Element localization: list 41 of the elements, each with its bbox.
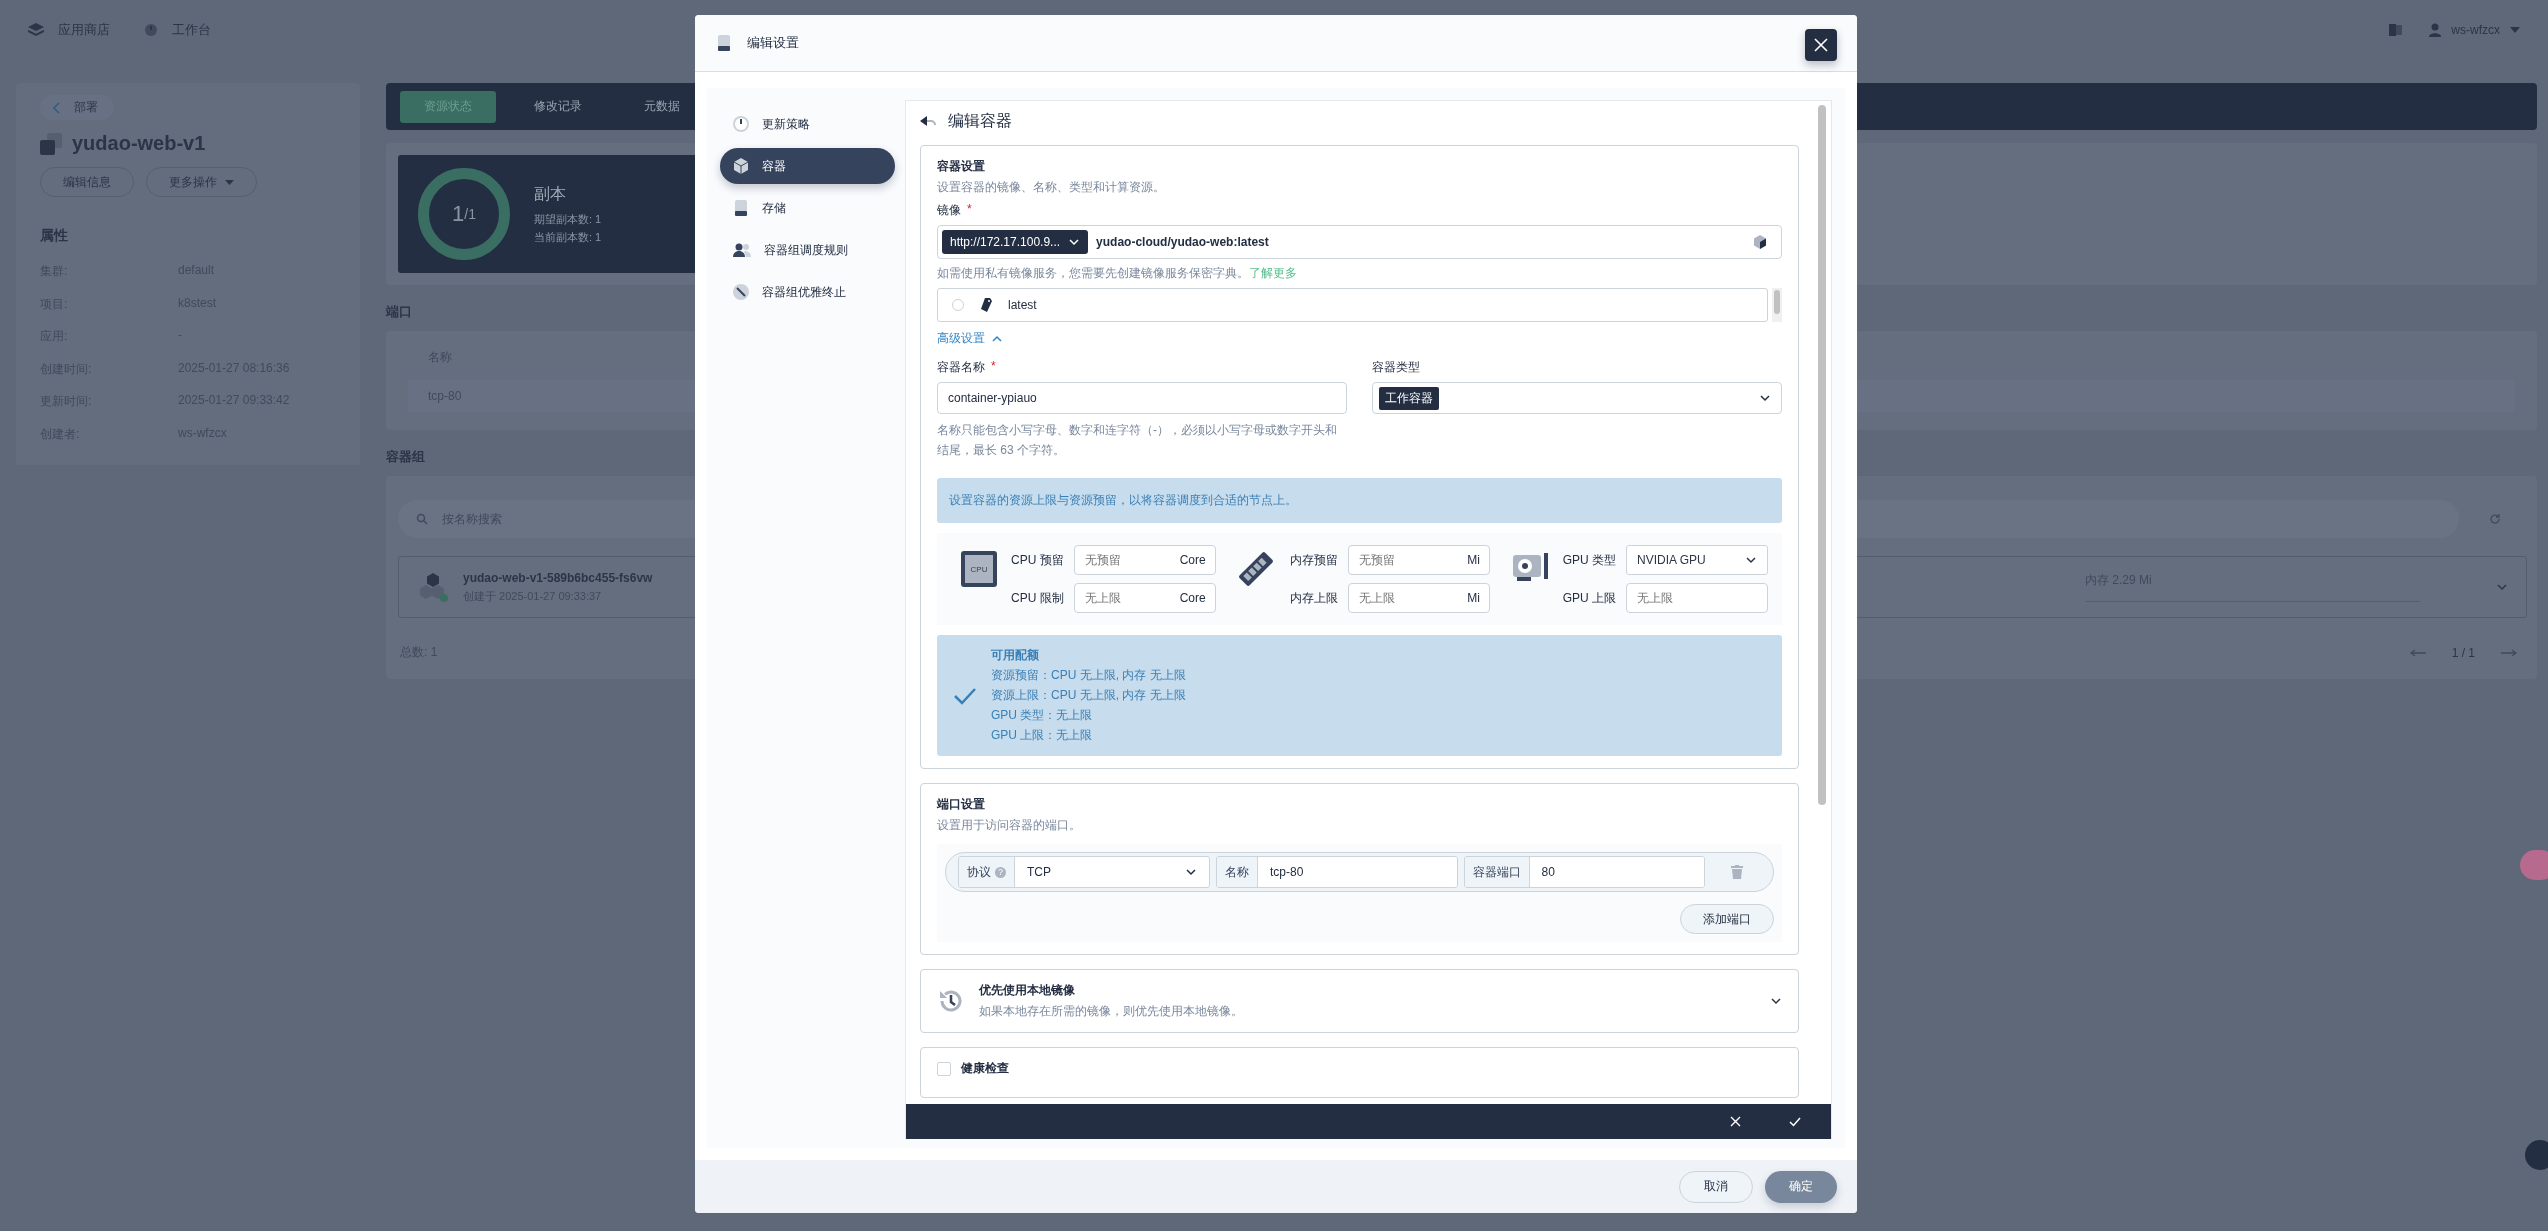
deployment-title: yudao-web-v1 [72,132,206,155]
unit-label: Mi [1467,591,1480,605]
field-label: CPU 预留 [1011,551,1064,569]
section-title: 端口设置 [937,796,986,813]
panel-title: 编辑容器 [948,110,1012,131]
section-description: 如果本地存在所需的镜像，则优先使用本地镜像。 [979,1003,1244,1020]
quota-line: GPU 上限：无上限 [991,727,1094,744]
quota-line: 资源预留：CPU 无上限, 内存 无上限 [991,667,1186,684]
page-indicator: 1 / 1 [2451,645,2475,660]
field-label: 容器名称 [937,359,985,376]
unit-label: Core [1179,553,1206,567]
replica-ring: 1/1 [418,168,510,260]
field-label: 内存上限 [1289,589,1338,607]
dialog-title: 编辑设置 [747,34,799,52]
cpu-label: CPU [965,555,993,583]
replica-desired: 期望副本数: 1 [534,211,602,227]
field-label: GPU 上限 [1562,589,1616,607]
quota-line: 资源上限：CPU 无上限, 内存 无上限 [991,687,1186,704]
replica-title: 副本 [534,183,567,204]
section-title: 优先使用本地镜像 [979,982,1076,999]
quota-line: GPU 类型：无上限 [991,707,1094,724]
unit-label: Core [1179,591,1206,605]
required-mark: * [991,359,996,375]
section-description: 设置用于访问容器的端口。 [937,817,1082,834]
required-mark: * [967,202,972,218]
field-label: GPU 类型 [1562,551,1616,569]
replica-current: 当前副本数: 1 [534,229,602,245]
field-label: CPU 限制 [1011,589,1064,607]
section-title: 容器设置 [937,158,986,175]
checkbox-label: 健康检查 [961,1060,1009,1077]
unit-label: Mi [1467,553,1480,567]
image-hint: 如需使用私有镜像服务，您需要先创建镜像服务保密字典。了解更多 [937,265,1298,282]
section-heading: 属性 [40,227,69,245]
field-label: 镜像 [937,202,961,219]
resource-info-banner: 设置容器的资源上限与资源预留，以将容器调度到合适的节点上。 [937,478,1782,523]
field-label: 容器类型 [1372,359,1420,376]
property-value: - [178,328,182,344]
section-description: 设置容器的镜像、名称、类型和计算资源。 [937,179,1166,196]
field-label: 内存预留 [1289,551,1338,569]
quota-title: 可用配额 [991,647,1040,664]
name-hint: 名称只能包含小写字母、数字和连字符（-），必须以小写字母或数字开头和结尾，最长 63 个字符。 [937,422,1338,459]
